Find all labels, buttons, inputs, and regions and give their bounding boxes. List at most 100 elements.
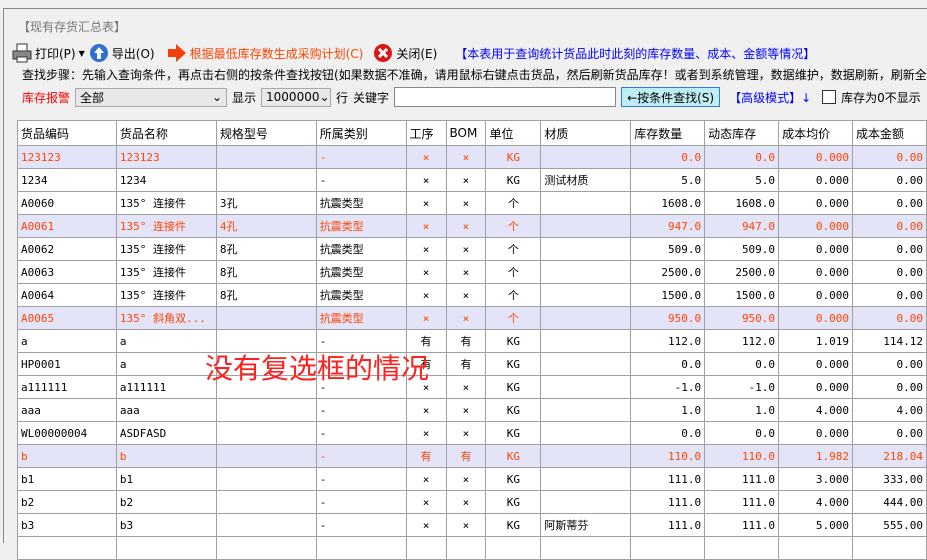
table-cell[interactable]: 509.0 (630, 237, 706, 261)
table-cell[interactable]: 有 (445, 329, 487, 353)
table-cell[interactable]: 0.00 (851, 168, 927, 192)
table-cell[interactable]: 555.00 (851, 513, 927, 537)
table-cell[interactable]: 有 (445, 444, 487, 468)
table-cell[interactable]: 2500.0 (630, 260, 706, 284)
table-cell[interactable]: 抗震类型 (315, 260, 407, 284)
table-cell[interactable]: b3 (17, 513, 117, 537)
table-cell[interactable]: 111.0 (630, 513, 706, 537)
table-cell[interactable]: WL00000004 (17, 421, 117, 445)
table-cell[interactable]: A0060 (17, 191, 117, 215)
table-cell[interactable] (540, 306, 632, 330)
table-cell[interactable]: 0.000 (778, 214, 853, 238)
table-row[interactable]: HP0001 a - 有有 KG 0.0 0.0 0.000 0.00 (17, 352, 927, 376)
table-cell[interactable]: 135° 连接件 (115, 260, 217, 284)
table-cell[interactable]: 0.0 (630, 352, 706, 376)
table-cell[interactable]: × (445, 306, 487, 330)
table-cell[interactable] (17, 536, 117, 560)
table-cell[interactable]: -1.0 (704, 375, 780, 399)
table-cell[interactable]: - (315, 513, 407, 537)
table-cell[interactable]: 1.0 (704, 398, 780, 422)
table-cell[interactable]: × (405, 467, 447, 491)
table-row[interactable]: b1 b1- × × KG 111.0 111.0 3.000 333.00 (17, 467, 927, 491)
table-cell[interactable]: 8孔 (215, 283, 317, 307)
table-cell[interactable]: 0.0 (704, 145, 780, 169)
table-cell[interactable] (215, 145, 317, 169)
export-button[interactable]: 导出(O) (89, 43, 155, 63)
table-cell[interactable]: KG (485, 145, 542, 169)
table-cell[interactable]: b (17, 444, 117, 468)
table-cell[interactable] (851, 536, 927, 560)
table-cell[interactable] (215, 536, 317, 560)
table-cell[interactable]: × (405, 168, 447, 192)
table-cell[interactable]: × (445, 214, 487, 238)
table-cell[interactable] (540, 191, 632, 215)
table-cell[interactable]: b2 (115, 490, 217, 514)
table-cell[interactable]: 111.0 (704, 467, 780, 491)
table-cell[interactable]: 0.00 (851, 421, 927, 445)
column-header[interactable]: 货品编码 (17, 120, 117, 146)
table-cell[interactable]: a (115, 329, 217, 353)
table-cell[interactable] (540, 329, 632, 353)
table-cell[interactable]: - (315, 168, 407, 192)
table-row[interactable]: a a - 有有 KG 112.0 112.0 1.019 114.12 (17, 329, 927, 353)
column-header[interactable]: 规格型号 (215, 120, 317, 146)
table-cell[interactable]: × (445, 398, 487, 422)
table-cell[interactable]: 有 (405, 444, 447, 468)
table-cell[interactable]: A0063 (17, 260, 117, 284)
table-cell[interactable]: 抗震类型 (315, 214, 407, 238)
table-row[interactable]: 123123 123123- × × KG 0.0 0.0 0.000 0.00 (17, 145, 927, 169)
table-cell[interactable]: 135° 斜角双... (115, 306, 217, 330)
table-cell[interactable]: × (405, 191, 447, 215)
table-cell[interactable]: 0.00 (851, 191, 927, 215)
table-cell[interactable]: 0.000 (778, 421, 853, 445)
table-cell[interactable]: × (405, 398, 447, 422)
table-cell[interactable]: KG (485, 168, 542, 192)
table-cell[interactable]: 111.0 (630, 490, 706, 514)
table-cell[interactable]: b1 (115, 467, 217, 491)
table-cell[interactable]: 0.000 (778, 260, 853, 284)
table-cell[interactable]: -1.0 (630, 375, 706, 399)
table-cell[interactable]: × (405, 490, 447, 514)
table-cell[interactable]: 4孔 (215, 214, 317, 238)
table-cell[interactable]: KG (485, 352, 542, 376)
table-row[interactable]: b b - 有有 KG 110.0 110.0 1.982 218.04 (17, 444, 927, 468)
advanced-mode-link[interactable]: 【高级模式】↓ (729, 89, 811, 106)
table-cell[interactable]: 抗震类型 (315, 237, 407, 261)
table-cell[interactable]: 0.0 (704, 352, 780, 376)
table-cell[interactable] (215, 398, 317, 422)
table-cell[interactable]: × (405, 214, 447, 238)
table-cell[interactable]: A0065 (17, 306, 117, 330)
table-cell[interactable]: 8孔 (215, 260, 317, 284)
table-cell[interactable]: 135° 连接件 (115, 283, 217, 307)
table-cell[interactable]: 0.00 (851, 145, 927, 169)
table-cell[interactable]: 112.0 (704, 329, 780, 353)
table-cell[interactable]: 0.0 (630, 421, 706, 445)
table-cell[interactable] (540, 145, 632, 169)
table-cell[interactable]: 0.00 (851, 283, 927, 307)
table-cell[interactable]: × (445, 191, 487, 215)
table-cell[interactable]: 0.000 (778, 375, 853, 399)
table-cell[interactable]: 135° 连接件 (115, 237, 217, 261)
table-cell[interactable]: 0.00 (851, 237, 927, 261)
table-cell[interactable]: 218.04 (851, 444, 927, 468)
column-header[interactable]: 所属类别 (315, 120, 407, 146)
table-cell[interactable]: 0.00 (851, 306, 927, 330)
table-cell[interactable]: - (315, 145, 407, 169)
table-cell[interactable] (540, 467, 632, 491)
dropdown-arrow-icon[interactable]: ▼ (79, 49, 85, 58)
table-cell[interactable]: 4.000 (778, 490, 853, 514)
table-cell[interactable]: 333.00 (851, 467, 927, 491)
table-cell[interactable]: A0064 (17, 283, 117, 307)
table-cell[interactable]: aaa (115, 398, 217, 422)
keyword-input[interactable] (394, 87, 617, 107)
table-cell[interactable]: 0.000 (778, 352, 853, 376)
table-cell[interactable]: 0.00 (851, 214, 927, 238)
table-cell[interactable]: 3.000 (778, 467, 853, 491)
table-cell[interactable]: 947.0 (630, 214, 706, 238)
generate-plan-button[interactable]: 根据最低库存数生成采购计划(C) (167, 43, 363, 63)
table-cell[interactable]: 1608.0 (704, 191, 780, 215)
table-cell[interactable]: 950.0 (704, 306, 780, 330)
table-row[interactable] (17, 536, 927, 560)
table-row[interactable]: A0064 135° 连接件 8孔 抗震类型 × × 个 1500.0 1500.0 0.000 0… (17, 283, 927, 307)
table-cell[interactable]: × (445, 283, 487, 307)
